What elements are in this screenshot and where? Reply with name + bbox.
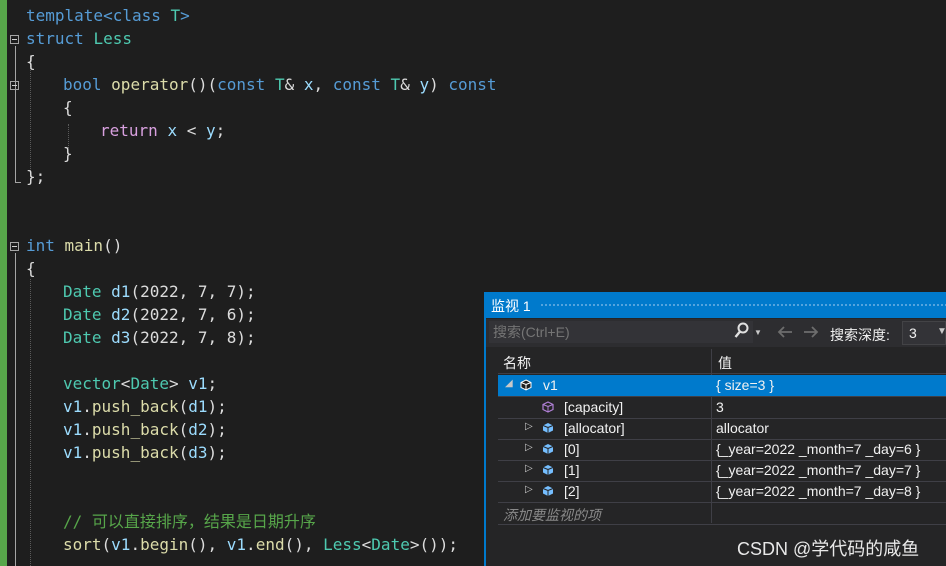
watch-row-value[interactable]: {_year=2022 _month=7 _day=6 } [716,441,920,457]
code-line-3: { [26,52,36,71]
column-name-header[interactable]: 名称 [503,353,531,373]
arrow-left-icon[interactable] [776,323,794,345]
code-line-15: v1.push_back(d1); [63,397,227,416]
watch-row-name: [2] [564,483,580,499]
watch-row-name: v1 [543,377,558,393]
watch-row-value[interactable]: { size=3 } [716,377,774,393]
watermark: CSDN @学代码的咸鱼 [737,539,920,559]
watch-row-name: [1] [564,462,580,478]
watch-title-bar[interactable]: 监视 1 [486,292,946,318]
watch-row-value[interactable]: {_year=2022 _month=7 _day=7 } [716,462,920,478]
chevron-down-icon[interactable]: ▼ [937,326,946,337]
code-line-5: { [63,98,73,117]
watch-column-header: 名称 值 [498,349,946,374]
variable-cube-icon [542,423,554,433]
variable-cube-icon [542,444,554,454]
fold-guide-struct-end [15,182,21,183]
watch-row-capacity[interactable]: [capacity] 3 [498,397,946,419]
arrow-right-icon[interactable] [802,323,820,345]
search-depth-label: 搜索深度: [830,327,890,343]
watch-row-v1[interactable]: ◢ v1 { size=3 } [498,375,946,397]
expand-triangle-icon[interactable]: ▷ [525,463,533,474]
search-depth-select[interactable]: 3 ▼ [902,321,946,345]
variable-cube-icon [542,486,554,496]
code-line-6: return x < y; [100,121,226,140]
expand-triangle-icon[interactable]: ▷ [525,484,533,495]
search-options-chevron-icon[interactable]: ▼ [754,328,762,337]
code-line-17: v1.push_back(d3); [63,443,227,462]
fold-guide-struct [15,46,16,182]
fold-guide-main [15,253,16,566]
code-line-1: template<class T> [26,6,190,25]
collapse-operator-icon[interactable] [10,81,19,90]
watch-row-element-1[interactable]: ▷ [1] {_year=2022 _month=7 _day=7 } [498,460,946,482]
add-watch-item-row[interactable]: 添加要监视的项 [498,503,946,525]
watch-row-name: [0] [564,441,580,457]
collapse-triangle-icon[interactable]: ◢ [505,378,513,389]
code-line-4: bool operator()(const T& x, const T& y) … [63,75,497,94]
watch-row-allocator[interactable]: ▷ [allocator] allocator [498,418,946,440]
property-cube-icon [542,401,554,413]
code-line-16: v1.push_back(d2); [63,420,227,439]
code-line-8: }; [26,167,46,186]
watch-row-element-0[interactable]: ▷ [0] {_year=2022 _month=7 _day=6 } [498,439,946,461]
collapse-main-icon[interactable] [10,242,19,251]
watch-row-element-2[interactable]: ▷ [2] {_year=2022 _month=7 _day=8 } [498,481,946,503]
search-input[interactable] [489,321,753,343]
watch-window[interactable]: 监视 1 ▼ 搜索深度: 3 ▼ 名称 值 ◢ v1 { size=3 } [c [484,292,946,566]
search-icon[interactable] [734,322,750,344]
indent-guide [30,279,31,566]
code-line-19: sort(v1.begin(), v1.end(), Less<Date>())… [63,535,458,554]
code-line-14: vector<Date> v1; [63,374,218,393]
collapse-struct-icon[interactable] [10,35,19,44]
code-line-13: Date d3(2022, 7, 8); [63,328,256,347]
watch-title: 监视 1 [491,298,531,314]
variable-cube-icon [520,379,532,391]
change-tracking-bar [0,0,7,566]
code-line-18: // 可以直接排序，结果是日期升序 [63,512,316,531]
code-line-9: int main() [26,236,123,255]
code-line-11: Date d1(2022, 7, 7); [63,282,256,301]
variable-cube-icon [542,465,554,475]
column-value-header[interactable]: 值 [718,353,732,373]
indent-guide [30,55,31,181]
expand-triangle-icon[interactable]: ▷ [525,421,533,432]
search-depth-value: 3 [909,325,917,341]
code-line-7: } [63,144,73,163]
watch-row-name: [capacity] [564,399,624,415]
title-grip[interactable] [540,303,946,308]
watch-row-value[interactable]: 3 [716,399,724,415]
code-line-10: { [26,259,36,278]
add-watch-placeholder[interactable]: 添加要监视的项 [503,505,601,525]
watch-toolbar: ▼ 搜索深度: 3 ▼ [486,319,946,347]
watch-row-value[interactable]: allocator [716,420,769,436]
expand-triangle-icon[interactable]: ▷ [525,442,533,453]
code-line-12: Date d2(2022, 7, 6); [63,305,256,324]
watch-row-name: [allocator] [564,420,625,436]
watch-row-value[interactable]: {_year=2022 _month=7 _day=8 } [716,483,920,499]
code-line-2: struct Less [26,29,132,48]
